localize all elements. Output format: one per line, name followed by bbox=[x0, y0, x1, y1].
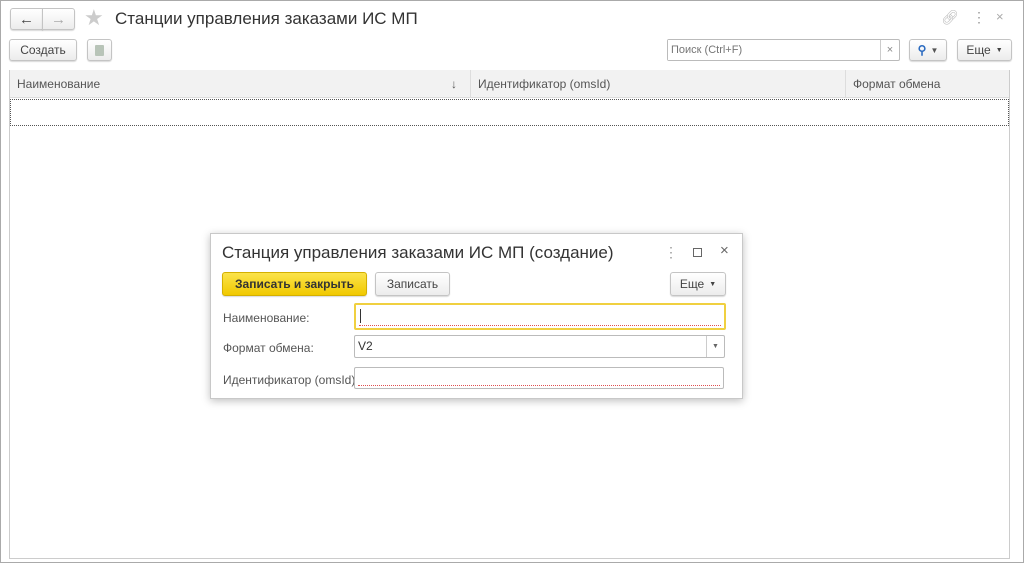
close-icon[interactable]: × bbox=[720, 242, 729, 259]
arrow-left-icon: ← bbox=[19, 10, 34, 28]
chevron-down-icon: ▼ bbox=[995, 46, 1003, 54]
omsid-input[interactable] bbox=[354, 367, 724, 389]
copy-button[interactable] bbox=[87, 39, 112, 61]
more-vert-icon[interactable]: ⋮ bbox=[664, 244, 678, 261]
name-input[interactable] bbox=[354, 303, 726, 330]
search-button[interactable]: ⚲ ▼ bbox=[909, 39, 947, 61]
create-dialog: Станция управления заказами ИС МП (созда… bbox=[210, 233, 743, 399]
search-clear-button[interactable]: × bbox=[880, 40, 899, 60]
save-and-close-button[interactable]: Записать и закрыть bbox=[222, 272, 367, 296]
column-header-format[interactable]: Формат обмена bbox=[846, 70, 1009, 98]
column-header-omsid[interactable]: Идентификатор (omsId) bbox=[471, 70, 846, 98]
more-label: Еще bbox=[679, 277, 705, 291]
column-label: Идентификатор (omsId) bbox=[478, 76, 611, 91]
dialog-more-button[interactable]: Еще ▼ bbox=[670, 272, 726, 296]
format-label: Формат обмена: bbox=[223, 341, 314, 355]
chevron-down-icon[interactable]: ▼ bbox=[706, 336, 724, 357]
forward-button[interactable]: → bbox=[42, 8, 75, 30]
dialog-title: Станция управления заказами ИС МП (созда… bbox=[222, 243, 614, 262]
omsid-label: Идентификатор (omsId): bbox=[223, 373, 359, 387]
text-cursor bbox=[360, 309, 361, 323]
format-select[interactable]: V2 ▼ bbox=[354, 335, 725, 358]
required-mark bbox=[358, 385, 720, 386]
chevron-down-icon: ▼ bbox=[930, 45, 939, 55]
column-label: Наименование bbox=[17, 76, 101, 91]
arrow-right-icon: → bbox=[51, 10, 66, 28]
create-button[interactable]: Создать bbox=[9, 39, 77, 61]
page-title: Станции управления заказами ИС МП bbox=[115, 9, 418, 28]
search-input[interactable] bbox=[668, 40, 880, 60]
link-icon[interactable]: 🔗︎ bbox=[941, 9, 959, 26]
format-value: V2 bbox=[358, 339, 373, 353]
search-icon: ⚲ bbox=[917, 43, 927, 57]
copy-icon bbox=[95, 44, 104, 56]
maximize-icon[interactable] bbox=[693, 248, 702, 257]
save-button[interactable]: Записать bbox=[375, 272, 450, 296]
table-row[interactable] bbox=[10, 99, 1009, 126]
chevron-down-icon: ▼ bbox=[709, 280, 717, 288]
name-label: Наименование: bbox=[223, 311, 310, 325]
more-button[interactable]: Еще ▼ bbox=[957, 39, 1012, 61]
column-header-name[interactable]: Наименование ↓ bbox=[10, 70, 471, 98]
close-icon[interactable]: × bbox=[996, 9, 1004, 24]
favorite-star-icon[interactable]: ★ bbox=[84, 5, 104, 31]
required-mark bbox=[359, 325, 721, 326]
search-field: × bbox=[667, 39, 900, 61]
column-label: Формат обмена bbox=[853, 76, 941, 91]
more-label: Еще bbox=[966, 43, 991, 57]
more-vert-icon[interactable]: ⋮ bbox=[972, 9, 986, 26]
back-button[interactable]: ← bbox=[10, 8, 43, 30]
sort-arrow-icon: ↓ bbox=[451, 76, 457, 91]
